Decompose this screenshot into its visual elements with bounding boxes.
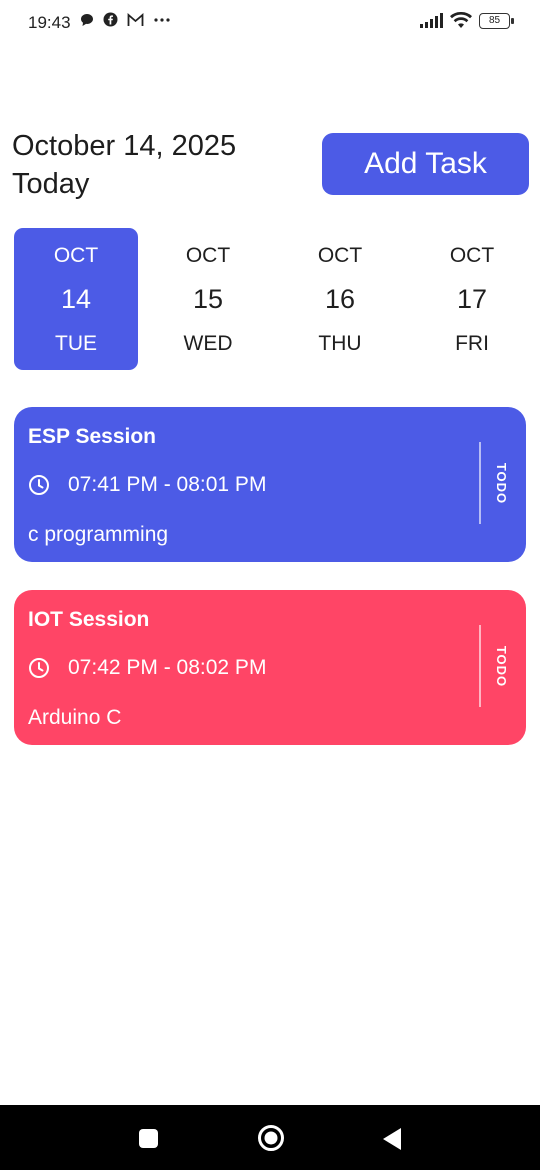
status-time: 19:43 [28, 13, 71, 32]
signal-icon [420, 12, 443, 28]
date-day: 15 [192, 284, 224, 314]
date-weekday: TUE [55, 332, 97, 355]
date-item-oct-16[interactable]: OCT 16 THU [278, 228, 402, 370]
back-triangle-icon[interactable] [382, 1127, 402, 1151]
date-day: 16 [324, 284, 356, 314]
task-note: Arduino C [28, 706, 122, 729]
notification-icons [80, 12, 171, 27]
more-dots-icon [154, 17, 170, 22]
date-item-oct-15[interactable]: OCT 15 WED [146, 228, 270, 370]
wifi-icon [450, 12, 472, 28]
task-status: TODO [484, 625, 520, 707]
date-month: OCT [53, 244, 99, 267]
battery-icon: 85 [479, 12, 514, 29]
date-weekday: WED [183, 332, 233, 355]
task-note: c programming [28, 523, 169, 546]
task-title: ESP Session [28, 425, 157, 448]
task-divider [479, 625, 481, 707]
date-item-oct-17[interactable]: OCT 17 FRI [410, 228, 534, 370]
page-subtitle: Today [12, 168, 90, 200]
clock-icon [29, 475, 49, 495]
task-title: IOT Session [28, 608, 150, 631]
task-time-row: 07:41 PM - 08:01 PM [28, 473, 266, 497]
moon-icon[interactable] [27, 60, 55, 92]
date-weekday: FRI [455, 332, 489, 355]
task-divider [479, 442, 481, 524]
date-weekday: THU [318, 332, 362, 355]
date-month: OCT [317, 244, 363, 267]
navigation-bar [0, 1105, 540, 1170]
clock-icon [29, 658, 49, 678]
task-status-label: TODO [494, 462, 510, 504]
status-bar: 19:43 85 [0, 0, 540, 46]
facebook-icon [103, 12, 118, 27]
page-title-date: October 14, 2025 [12, 130, 237, 162]
task-time-row: 07:42 PM - 08:02 PM [28, 656, 266, 680]
date-item-oct-14[interactable]: OCT 14 TUE [14, 228, 138, 370]
task-time: 07:41 PM - 08:01 PM [68, 473, 267, 496]
date-month: OCT [449, 244, 495, 267]
task-status-label: TODO [494, 645, 510, 687]
date-day: 17 [456, 284, 488, 314]
add-task-button[interactable]: Add Task [322, 133, 529, 195]
date-day: 14 [60, 284, 92, 314]
battery-level: 85 [488, 14, 501, 26]
date-month: OCT [185, 244, 231, 267]
home-circle-icon[interactable] [257, 1124, 285, 1152]
task-time: 07:42 PM - 08:02 PM [68, 656, 267, 679]
task-card-iot-session[interactable]: IOT Session 07:42 PM - 08:02 PM Arduino … [14, 590, 526, 745]
task-status: TODO [484, 442, 520, 524]
task-card-esp-session[interactable]: ESP Session 07:41 PM - 08:01 PM c progra… [14, 407, 526, 562]
chat-bubble-icon [81, 13, 93, 26]
system-icons: 85 [419, 12, 514, 29]
recents-square-icon[interactable] [138, 1128, 159, 1149]
gmail-icon [127, 12, 144, 26]
